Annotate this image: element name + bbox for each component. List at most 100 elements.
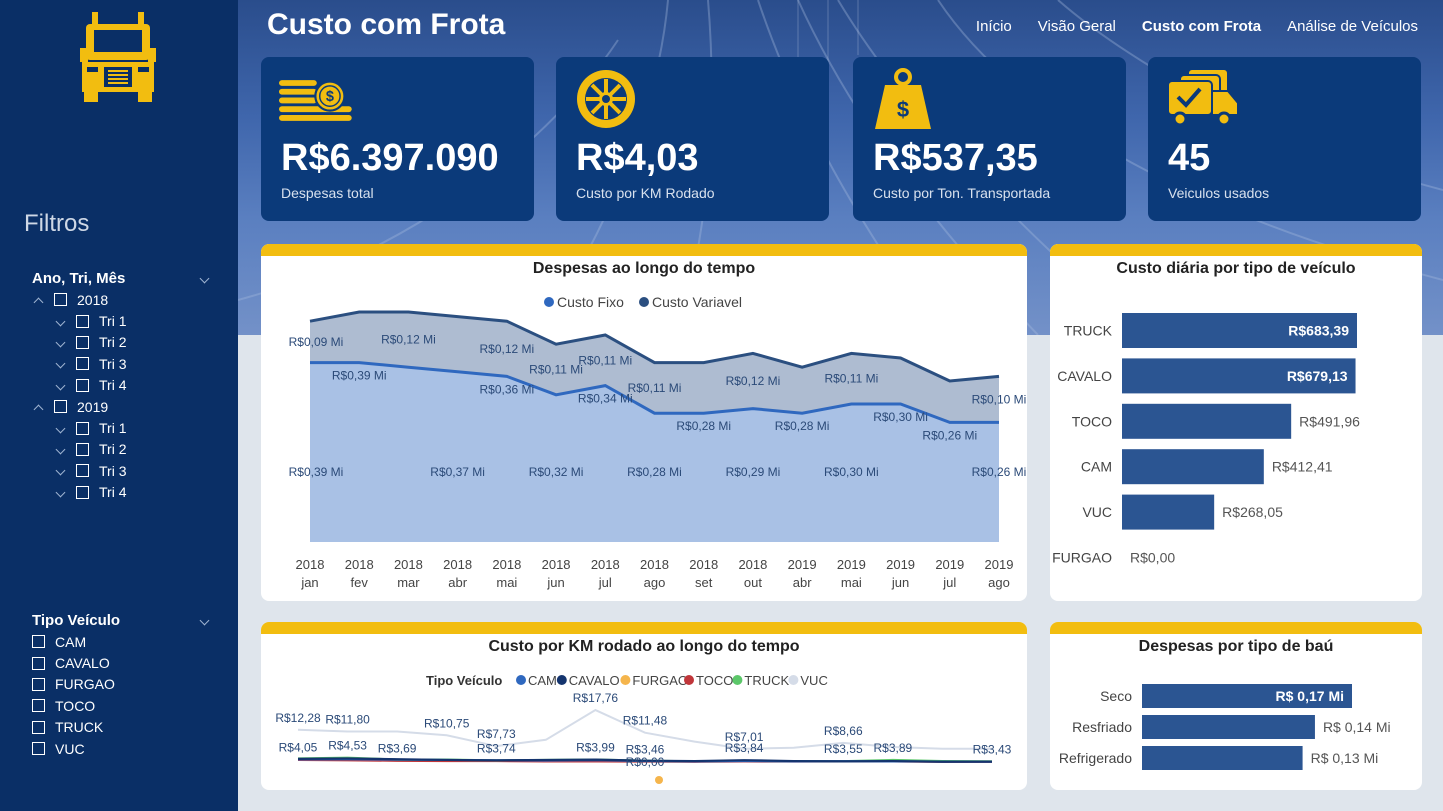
checkbox[interactable] xyxy=(76,485,89,499)
data-label: R$0,09 Mi xyxy=(289,335,344,349)
chevron-down-icon xyxy=(55,316,65,327)
chevron-down-icon xyxy=(55,337,65,348)
x-tick-label: 2018 xyxy=(542,557,571,572)
vehicle-option-label: TRUCK xyxy=(55,719,104,736)
expand-icon[interactable] xyxy=(54,444,70,455)
checkbox[interactable] xyxy=(32,677,45,691)
x-tick-label: ago xyxy=(644,575,666,590)
date-filter-header[interactable]: Ano, Tri, Mês xyxy=(32,267,212,289)
checkbox[interactable] xyxy=(76,464,89,478)
checkbox[interactable] xyxy=(76,314,89,328)
vehicle-option[interactable]: VUC xyxy=(32,738,212,759)
tree-year-row[interactable]: 2018 xyxy=(32,289,212,310)
vehicle-filter-header[interactable]: Tipo Veículo xyxy=(32,609,212,631)
expand-icon[interactable] xyxy=(54,465,70,476)
vehicle-option[interactable]: TRUCK xyxy=(32,717,212,738)
bar-value-label: R$ 0,14 Mi xyxy=(1323,719,1391,735)
checkbox[interactable] xyxy=(32,699,45,713)
panel-custo-km: Custo por KM rodado ao longo do tempo Ti… xyxy=(261,622,1027,790)
x-tick-label: 2019 xyxy=(985,557,1014,572)
tree-quarter-row[interactable]: Tri 1 xyxy=(32,310,212,331)
tree-quarter-label: Tri 3 xyxy=(99,462,127,479)
bau-bar-chart[interactable]: Seco R$ 0,17 Mi Resfriado R$ 0,14 Mi Refrige… xyxy=(1050,622,1422,790)
checkbox[interactable] xyxy=(76,357,89,371)
legend-label: Custo Fixo xyxy=(557,294,624,310)
chevron-up-icon xyxy=(33,404,43,415)
chevron-down-icon xyxy=(55,487,65,498)
tree-quarter-row[interactable]: Tri 4 xyxy=(32,482,212,503)
nav-custo-com-frota[interactable]: Custo com Frota xyxy=(1142,18,1261,35)
panel-despesas-tempo: Despesas ao longo do tempo Custo Fixo Cus… xyxy=(261,244,1027,601)
tree-quarter-row[interactable]: Tri 3 xyxy=(32,460,212,481)
category-label: CAM xyxy=(1081,459,1112,475)
category-label: Refrigerado xyxy=(1059,750,1132,766)
data-label: R$7,73 xyxy=(477,727,516,741)
kpi-label: Custo por Ton. Transportada xyxy=(873,185,1051,201)
data-label: R$0,28 Mi xyxy=(775,419,830,433)
filters-title: Filtros xyxy=(24,210,90,237)
checkbox[interactable] xyxy=(76,442,89,456)
chevron-down-icon[interactable] xyxy=(199,273,210,283)
nav-visao-geral[interactable]: Visão Geral xyxy=(1038,18,1116,35)
expand-icon[interactable] xyxy=(54,316,70,327)
bar xyxy=(1122,403,1292,439)
nav-inicio[interactable]: Início xyxy=(976,18,1012,35)
x-tick-label: 2018 xyxy=(394,557,423,572)
checkbox[interactable] xyxy=(76,335,89,349)
x-tick-label: 2018 xyxy=(738,557,767,572)
expand-icon[interactable] xyxy=(54,337,70,348)
expand-icon[interactable] xyxy=(54,423,70,433)
expand-icon[interactable] xyxy=(54,380,70,391)
checkbox[interactable] xyxy=(32,720,45,734)
legend-marker xyxy=(732,675,743,685)
kpi-card-custo-km: R$4,03 Custo por KM Rodado xyxy=(556,57,829,221)
tree-quarter-row[interactable]: Tri 3 xyxy=(32,353,212,374)
tree-quarter-row[interactable]: Tri 4 xyxy=(32,375,212,396)
checkbox[interactable] xyxy=(76,378,89,392)
nav-analise-veiculos[interactable]: Análise de Veículos xyxy=(1287,18,1418,35)
chevron-down-icon[interactable] xyxy=(199,615,210,625)
checkbox[interactable] xyxy=(54,400,67,414)
line-chart[interactable]: Tipo Veículo CAM CAVALO FURGAO TOCO TRUCK VUC R… xyxy=(261,622,1027,790)
data-label: R$0,11 Mi xyxy=(529,363,583,377)
checkbox[interactable] xyxy=(32,635,45,649)
data-label: R$0,29 Mi xyxy=(726,465,781,479)
checkbox[interactable] xyxy=(76,421,89,435)
vehicle-option-label: FURGAO xyxy=(55,676,115,693)
vehicle-option[interactable]: FURGAO xyxy=(32,674,212,695)
data-label: R$12,28 xyxy=(275,711,321,725)
truck-logo-icon xyxy=(80,12,156,102)
tree-quarter-row[interactable]: Tri 1 xyxy=(32,417,212,438)
vehicle-option[interactable]: CAVALO xyxy=(32,652,212,673)
tree-quarter-row[interactable]: Tri 2 xyxy=(32,332,212,353)
legend-label: TRUCK xyxy=(744,673,789,688)
checkbox[interactable] xyxy=(32,656,45,670)
checkbox[interactable] xyxy=(54,293,67,307)
tree-quarter-label: Tri 1 xyxy=(99,313,127,330)
data-label: R$3,84 xyxy=(725,741,764,755)
vehicle-list: CAM CAVALO FURGAO TOCO TRUCK VUC xyxy=(32,631,212,759)
tree-quarter-row[interactable]: Tri 2 xyxy=(32,439,212,460)
legend-title: Tipo Veículo xyxy=(426,673,502,688)
expand-icon[interactable] xyxy=(54,487,70,498)
expand-icon[interactable] xyxy=(54,358,70,369)
x-tick-label: 2018 xyxy=(443,557,472,572)
x-tick-label: 2019 xyxy=(788,557,817,572)
collapse-icon[interactable] xyxy=(32,401,48,415)
bar-value-label: R$ 0,13 Mi xyxy=(1311,750,1379,766)
svg-text:$: $ xyxy=(326,89,334,105)
data-label: R$0,28 Mi xyxy=(676,419,731,433)
collapse-icon[interactable] xyxy=(32,294,48,308)
bar-value-label: R$0,00 xyxy=(1130,550,1175,566)
checkbox[interactable] xyxy=(32,742,45,756)
bar-value-label: R$412,41 xyxy=(1272,459,1333,475)
vehicle-option[interactable]: CAM xyxy=(32,631,212,652)
chevron-down-icon xyxy=(55,444,65,455)
area-chart[interactable]: Custo Fixo Custo Variavel R$0,09 Mi R$0,12 … xyxy=(261,244,1027,601)
tree-year-row[interactable]: 2019 xyxy=(32,396,212,417)
legend-label: Custo Variavel xyxy=(652,294,742,310)
vehicle-bar-chart[interactable]: TRUCK R$683,39CAVALO R$679,13TOCO R$491,96C… xyxy=(1050,244,1422,601)
vehicle-option[interactable]: TOCO xyxy=(32,695,212,716)
trucks-check-icon xyxy=(1167,68,1239,127)
tree-quarter-label: Tri 4 xyxy=(99,484,127,501)
